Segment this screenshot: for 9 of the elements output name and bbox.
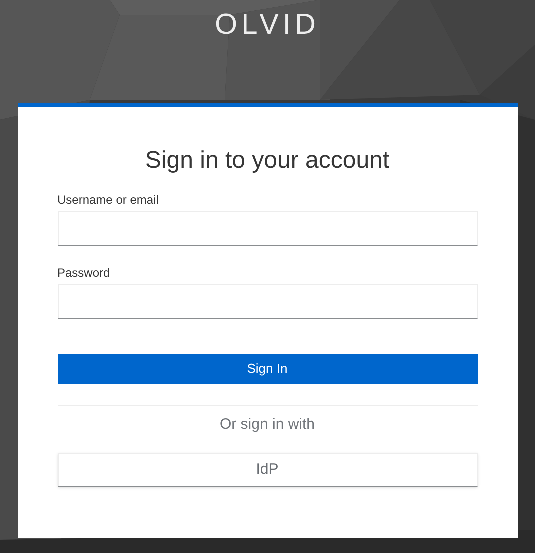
divider-text: Or sign in with	[218, 415, 316, 435]
field-label: Password	[58, 265, 112, 281]
input-field[interactable]	[58, 211, 478, 246]
brand-title: OLVID	[215, 8, 320, 43]
sign-in-button[interactable]: Sign In	[58, 354, 478, 384]
card-title: Sign in to your account	[144, 146, 391, 176]
input-field[interactable]	[58, 284, 478, 319]
provider-button[interactable]: IdP	[58, 453, 478, 487]
field-label: Username or email	[58, 192, 160, 208]
